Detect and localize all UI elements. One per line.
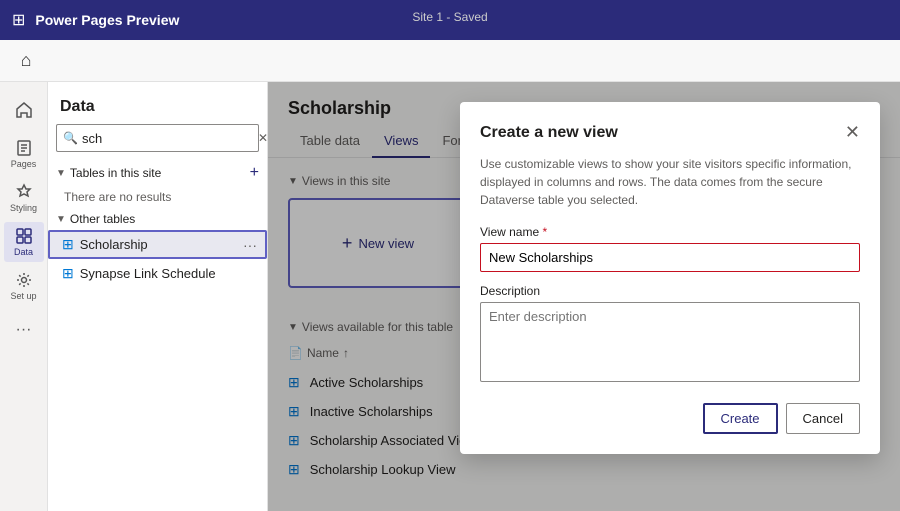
modal-header: Create a new view ✕ [480, 122, 860, 143]
sidebar-item-data[interactable]: Data [4, 222, 44, 262]
modal-footer: Create Cancel [480, 403, 860, 434]
sidebar-item-pages[interactable]: Pages [4, 134, 44, 174]
search-row: 🔍 ✕ ▽ [56, 124, 259, 152]
sidebar-setup-label: Set up [10, 291, 36, 301]
sidebar-data-label: Data [14, 247, 33, 257]
sidebar-styling-label: Styling [10, 203, 37, 213]
table-grid-icon-2: ⊞ [62, 265, 74, 282]
main-content: Scholarship Table data Views Forms ▼ Vie… [268, 82, 900, 511]
modal-overlay: Create a new view ✕ Use customizable vie… [268, 82, 900, 511]
view-name-input[interactable] [480, 243, 860, 272]
add-table-button[interactable]: + [250, 164, 259, 182]
home-nav-button[interactable]: ⌂ [8, 43, 44, 79]
other-chevron-down-icon: ▼ [56, 214, 66, 225]
sidebar-item-styling[interactable]: Styling [4, 178, 44, 218]
cancel-button[interactable]: Cancel [786, 403, 860, 434]
sidebar-item-home[interactable] [4, 90, 44, 130]
data-panel-title: Data [48, 82, 267, 124]
data-panel: Data 🔍 ✕ ▽ ▼ Tables in this site + There… [48, 82, 268, 511]
sidebar-item-setup[interactable]: Set up [4, 266, 44, 306]
table-item-synapse-label: Synapse Link Schedule [80, 266, 257, 281]
other-tables-section[interactable]: ▼ Other tables [48, 208, 267, 230]
tables-in-site-label: Tables in this site [70, 166, 161, 180]
search-clear-icon[interactable]: ✕ [258, 131, 268, 145]
sidebar-pages-label: Pages [11, 159, 37, 169]
table-item-synapse[interactable]: ⊞ Synapse Link Schedule [48, 259, 267, 288]
table-item-scholarship-label: Scholarship [80, 237, 243, 252]
description-label: Description [480, 284, 860, 298]
topbar: ⊞ Power Pages Preview Site 1 - Saved [0, 0, 900, 40]
view-name-label: View name [480, 225, 860, 239]
sidebar-item-more[interactable]: ··· [4, 310, 44, 350]
modal-close-button[interactable]: ✕ [845, 122, 860, 143]
table-item-more-icon[interactable]: ··· [243, 237, 257, 253]
search-icon: 🔍 [63, 131, 78, 145]
icon-sidebar: Pages Styling Data Set up ··· [0, 82, 48, 511]
table-item-scholarship[interactable]: ⊞ Scholarship ··· [48, 230, 267, 259]
search-input[interactable] [82, 131, 258, 146]
no-results-text: There are no results [48, 186, 267, 208]
description-textarea[interactable] [480, 302, 860, 382]
navbar: ⌂ [0, 40, 900, 82]
site-status: Site 1 - Saved [412, 10, 487, 24]
modal-description: Use customizable views to show your site… [480, 155, 860, 209]
modal-title: Create a new view [480, 124, 618, 142]
main-layout: Pages Styling Data Set up ··· Data 🔍 ✕ ▽ [0, 82, 900, 511]
grid-icon: ⊞ [12, 10, 25, 30]
chevron-down-icon: ▼ [56, 168, 66, 179]
table-grid-icon: ⊞ [62, 236, 74, 253]
app-title: Power Pages Preview [35, 12, 179, 28]
create-view-modal: Create a new view ✕ Use customizable vie… [460, 102, 880, 454]
tables-in-site-section[interactable]: ▼ Tables in this site + [48, 160, 267, 186]
create-button[interactable]: Create [703, 403, 778, 434]
other-tables-label: Other tables [70, 212, 135, 226]
